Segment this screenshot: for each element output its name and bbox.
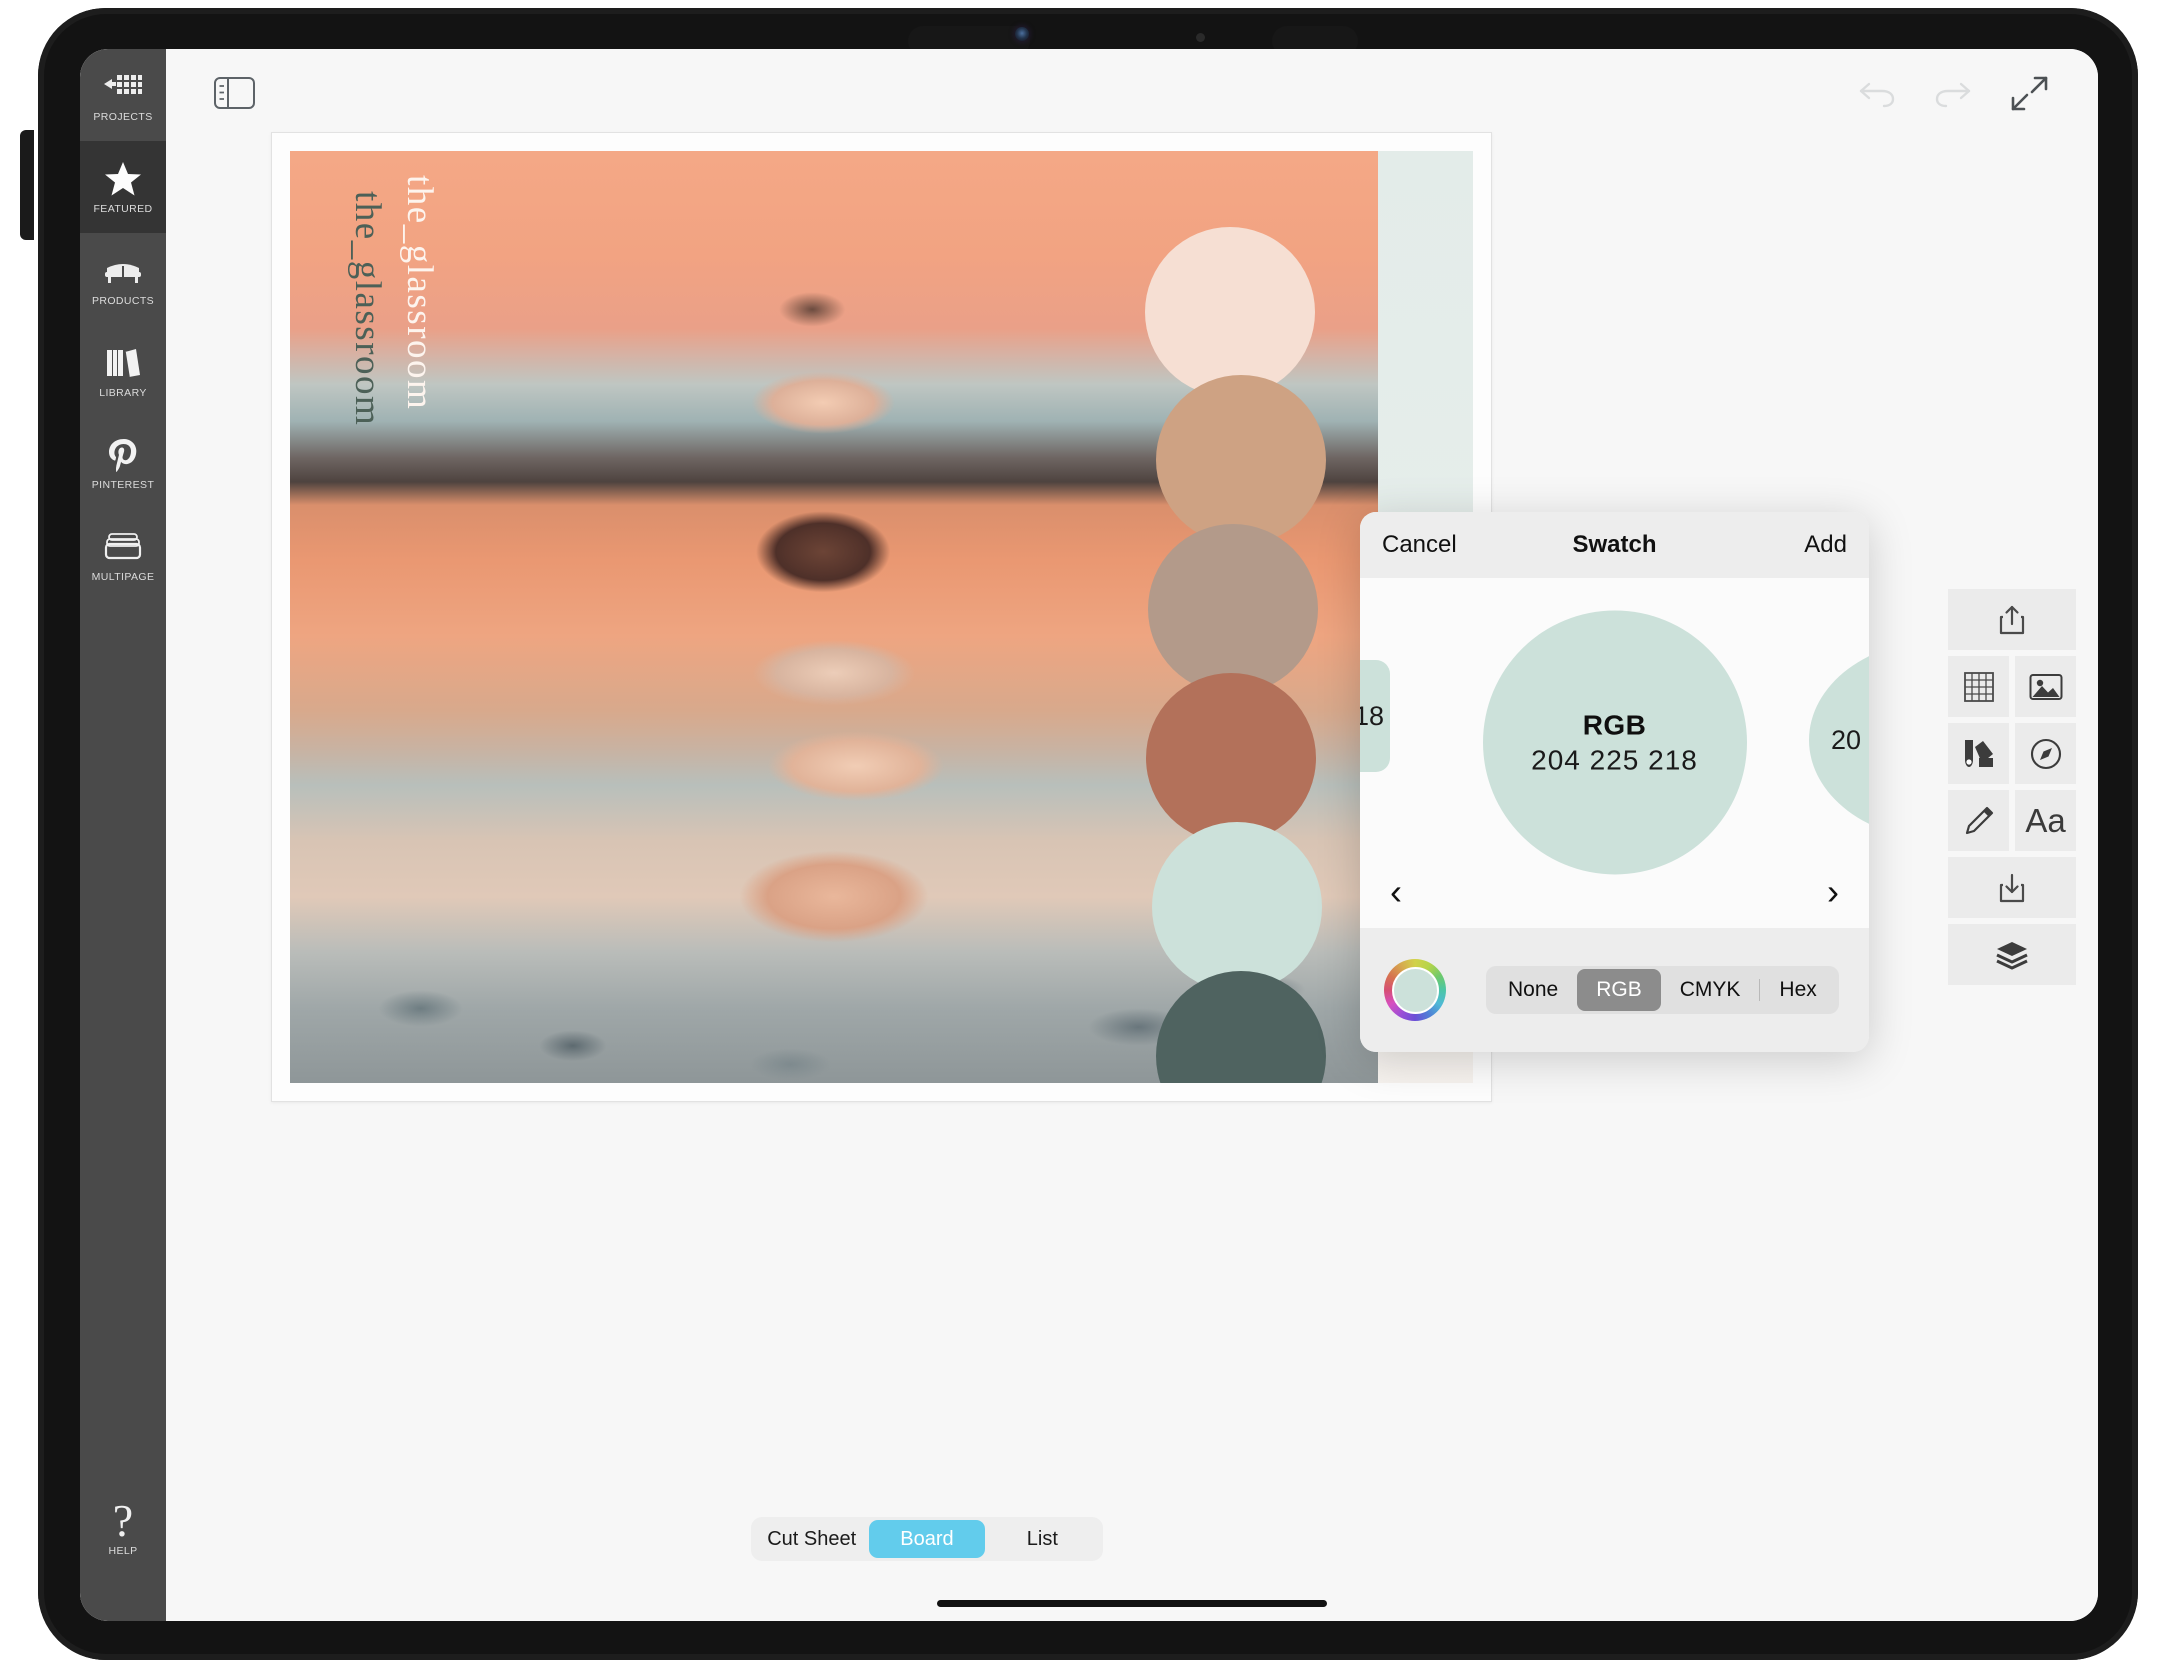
top-toolbar-actions — [1854, 75, 2052, 113]
format-option-none[interactable]: None — [1489, 969, 1577, 1011]
next-swatch-preview[interactable]: 20 — [1809, 640, 1869, 840]
ambient-sensor-icon — [1196, 33, 1205, 42]
board-swatch-terracotta[interactable] — [1146, 673, 1316, 843]
undo-arrow-icon[interactable] — [1854, 75, 1900, 113]
sidebar-item-products[interactable]: PRODUCTS — [80, 233, 166, 325]
swatch-dialog-body: 18 20 RGB 204 225 218 ‹ › — [1360, 578, 1869, 928]
swatch-mode-label: RGB — [1582, 708, 1647, 740]
swatch-dialog-header: Cancel Swatch Add — [1360, 512, 1869, 578]
sidebar-panel-icon[interactable] — [214, 77, 255, 109]
sidebar-item-label: PRODUCTS — [91, 295, 155, 307]
format-option-cmyk[interactable]: CMYK — [1661, 969, 1760, 1011]
next-swatch-value: 20 — [1831, 724, 1862, 755]
pencil-icon[interactable] — [1948, 790, 2009, 851]
sidebar-item-library[interactable]: LIBRARY — [80, 325, 166, 417]
sidebar-item-multipage[interactable]: MULTIPAGE — [80, 509, 166, 601]
board-swatch-blush[interactable] — [1145, 227, 1315, 397]
projects-grid-icon — [101, 67, 145, 107]
text-icon-label: Aa — [2025, 801, 2066, 839]
board-swatch-tan[interactable] — [1156, 375, 1326, 545]
app-screen: PROJECTS FEATURED PRODUCTS LIBRARY PINTE… — [80, 49, 2098, 1621]
tab-list[interactable]: List — [985, 1520, 1100, 1558]
previous-swatch-value: 18 — [1360, 700, 1384, 731]
color-palette-icon[interactable] — [1948, 723, 2009, 784]
text-icon[interactable]: Aa — [2015, 790, 2076, 851]
left-navigation-rail: PROJECTS FEATURED PRODUCTS LIBRARY PINTE… — [80, 49, 166, 1621]
grid-icon[interactable] — [1948, 656, 2009, 717]
tab-cut-sheet[interactable]: Cut Sheet — [754, 1520, 869, 1558]
top-toolbar — [166, 49, 2098, 131]
question-mark-icon: ? — [112, 1495, 134, 1546]
right-tool-palette: Aa — [1948, 589, 2076, 985]
sidebar-item-pinterest[interactable]: PINTEREST — [80, 417, 166, 509]
sofa-icon — [101, 251, 145, 291]
sidebar-item-label: MULTIPAGE — [91, 571, 155, 583]
redo-arrow-icon[interactable] — [1930, 75, 1976, 113]
format-option-rgb[interactable]: RGB — [1577, 969, 1661, 1011]
chevron-right-icon[interactable]: › — [1811, 870, 1855, 914]
sidebar-item-projects[interactable]: PROJECTS — [80, 49, 166, 141]
cancel-button[interactable]: Cancel — [1382, 531, 1457, 559]
sidebar-item-label: PROJECTS — [93, 111, 153, 123]
swatch-dialog: Cancel Swatch Add 18 20 RGB 204 225 218 … — [1360, 512, 1869, 1052]
layers-icon[interactable] — [1948, 924, 2076, 985]
download-icon[interactable] — [1948, 857, 2076, 918]
sidebar-item-label: FEATURED — [93, 203, 153, 215]
image-icon[interactable] — [2015, 656, 2076, 717]
home-indicator — [937, 1600, 1327, 1607]
tab-board[interactable]: Board — [869, 1520, 985, 1558]
sidebar-item-label: LIBRARY — [99, 387, 147, 399]
previous-swatch-preview[interactable]: 18 — [1360, 660, 1390, 772]
star-icon — [101, 159, 145, 199]
view-mode-tabs: Cut Sheet Board List — [751, 1517, 1103, 1561]
share-icon[interactable] — [1948, 589, 2076, 650]
swatch-value: 204 225 218 — [1531, 743, 1698, 775]
color-format-segmented-control: None RGB CMYK Hex — [1486, 966, 1839, 1014]
multipage-icon — [101, 527, 145, 567]
color-wheel-icon[interactable] — [1384, 959, 1446, 1021]
expand-diagonal-arrows-icon[interactable] — [2006, 75, 2052, 113]
swatch-dialog-footer: None RGB CMYK Hex — [1360, 928, 1869, 1052]
add-button[interactable]: Add — [1804, 531, 1847, 559]
compass-icon[interactable] — [2015, 723, 2076, 784]
chevron-left-icon[interactable]: ‹ — [1374, 870, 1418, 914]
current-swatch-circle[interactable]: RGB 204 225 218 — [1482, 610, 1747, 875]
front-camera-icon — [1015, 27, 1029, 41]
device-side-button — [20, 130, 34, 240]
pinterest-icon — [101, 435, 145, 475]
sidebar-item-featured[interactable]: FEATURED — [80, 141, 166, 233]
color-wheel-center — [1391, 966, 1439, 1014]
board-swatch-taupe[interactable] — [1148, 524, 1318, 694]
artboard-canvas[interactable]: the_glassroom the_glassroom — [290, 151, 1473, 1083]
help-button[interactable]: ? HELP — [80, 1483, 166, 1575]
artboard-frame[interactable]: the_glassroom the_glassroom — [271, 132, 1492, 1102]
board-swatch-mint[interactable] — [1152, 822, 1322, 992]
tablet-device: PROJECTS FEATURED PRODUCTS LIBRARY PINTE… — [0, 0, 2176, 1668]
sidebar-item-label: PINTEREST — [91, 479, 155, 491]
books-icon — [101, 343, 145, 383]
help-label: HELP — [108, 1545, 138, 1557]
format-option-hex[interactable]: Hex — [1760, 969, 1835, 1011]
